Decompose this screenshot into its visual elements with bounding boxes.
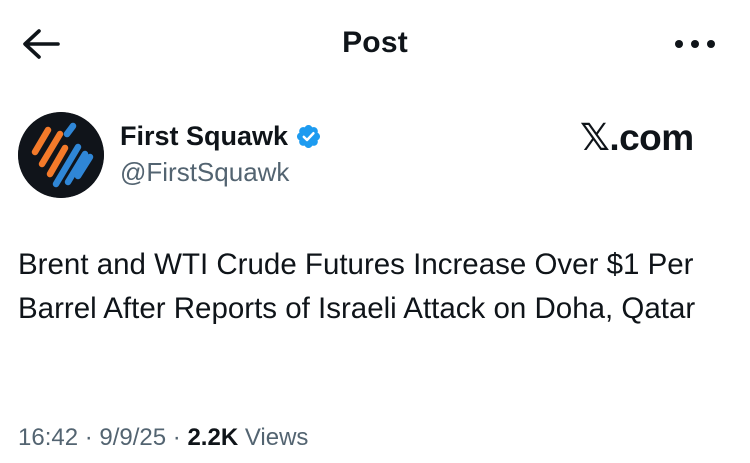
author-name-row[interactable]: First Squawk [120, 121, 322, 152]
post-date[interactable]: 9/9/25 [99, 424, 166, 451]
more-horizontal-icon [675, 40, 715, 48]
page-title: Post [342, 26, 408, 59]
views-count[interactable]: 2.2K [187, 424, 238, 451]
author-handle[interactable]: @FirstSquawk [120, 157, 289, 188]
x-logo-icon: 𝕏 [580, 116, 610, 159]
more-options-button[interactable] [672, 34, 718, 54]
post-meta: 16:42 · 9/9/25 · 2.2K Views [18, 424, 308, 452]
views-label: Views [238, 424, 309, 451]
meta-separator: · [78, 424, 100, 451]
post-time[interactable]: 16:42 [18, 424, 78, 451]
meta-separator: · [166, 424, 188, 451]
top-bar: Post [0, 0, 750, 90]
author-name[interactable]: First Squawk [120, 121, 288, 152]
x-com-watermark: 𝕏.com [580, 116, 694, 159]
post-text: Brent and WTI Crude Futures Increase Ove… [18, 248, 696, 325]
post-page: Post First Squawk @FirstSquawk 𝕏.com Bre… [0, 0, 750, 463]
avatar[interactable] [18, 112, 104, 198]
source-domain: .com [609, 117, 694, 158]
first-squawk-logo-icon [18, 112, 104, 198]
verified-badge-icon [295, 123, 322, 150]
